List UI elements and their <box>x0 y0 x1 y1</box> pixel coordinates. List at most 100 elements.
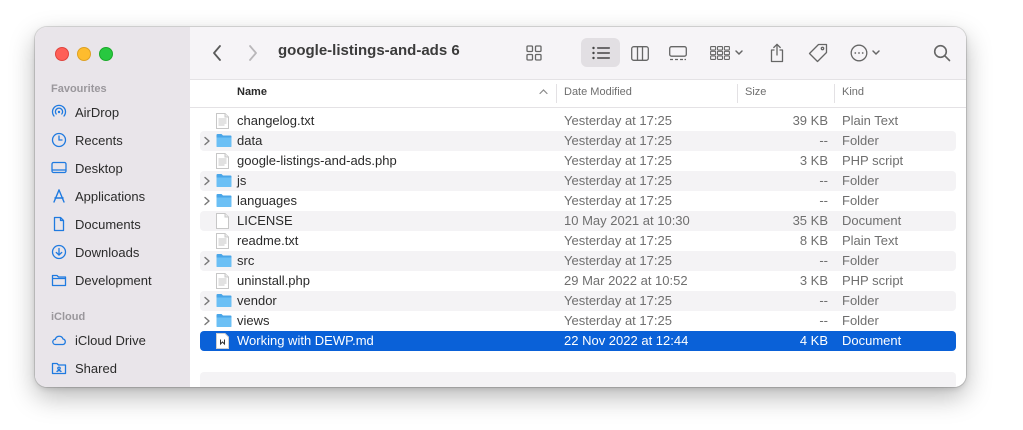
sort-ascending-icon[interactable] <box>539 88 548 95</box>
file-row[interactable]: languages Yesterday at 17:25 -- Folder <box>200 191 956 211</box>
file-row[interactable]: LICENSE 10 May 2021 at 10:30 35 KB Document <box>200 211 956 231</box>
folder-icon <box>216 253 232 271</box>
share-button[interactable] <box>761 39 793 67</box>
file-name: uninstall.php <box>237 273 310 288</box>
more-actions-button[interactable] <box>844 39 886 67</box>
file-size: 3 KB <box>799 273 828 288</box>
text-file-icon <box>216 233 229 252</box>
sidebar-section-icloud: iCloud <box>51 311 86 323</box>
file-row[interactable]: changelog.txt Yesterday at 17:25 39 KB Plai… <box>200 111 956 131</box>
column-view-button[interactable] <box>624 39 656 67</box>
document-icon <box>51 216 75 232</box>
gallery-view-button[interactable] <box>662 39 694 67</box>
chevron-right-icon <box>249 45 257 61</box>
minimize-window-button[interactable] <box>77 47 91 61</box>
main-pane: google-listings-and-ads 6 Name Date Modi… <box>190 27 966 387</box>
file-kind: Plain Text <box>842 113 899 128</box>
file-row[interactable]: src Yesterday at 17:25 -- Folder <box>200 251 956 271</box>
file-date-modified: Yesterday at 17:25 <box>564 113 672 128</box>
column-divider[interactable] <box>737 84 738 103</box>
file-kind: Folder <box>842 293 879 308</box>
column-header-kind[interactable]: Kind <box>842 86 864 98</box>
column-divider[interactable] <box>834 84 835 103</box>
file-size: -- <box>819 193 828 208</box>
airdrop-icon <box>51 104 75 120</box>
file-row[interactable]: views Yesterday at 17:25 -- Folder <box>200 311 956 331</box>
tags-button[interactable] <box>802 39 834 67</box>
disclosure-triangle-icon[interactable] <box>203 316 211 326</box>
column-header-size[interactable]: Size <box>745 86 766 98</box>
file-size: -- <box>819 293 828 308</box>
file-size: -- <box>819 313 828 328</box>
icon-view-button[interactable] <box>518 39 550 67</box>
text-file-icon <box>216 153 229 172</box>
file-row[interactable]: vendor Yesterday at 17:25 -- Folder <box>200 291 956 311</box>
sidebar-item-development[interactable]: Development <box>51 269 152 291</box>
sidebar-item-downloads[interactable]: Downloads <box>51 241 139 263</box>
sidebar-item-documents[interactable]: Documents <box>51 213 141 235</box>
file-name: js <box>237 173 247 188</box>
file-kind: Folder <box>842 193 879 208</box>
sidebar-item-icloud-drive[interactable]: iCloud Drive <box>51 329 146 351</box>
search-icon <box>933 44 951 62</box>
folder-icon <box>216 313 232 331</box>
file-date-modified: Yesterday at 17:25 <box>564 153 672 168</box>
file-kind: Folder <box>842 253 879 268</box>
close-window-button[interactable] <box>55 47 69 61</box>
search-button[interactable] <box>928 39 956 67</box>
folder-icon <box>216 133 232 151</box>
file-date-modified: 10 May 2021 at 10:30 <box>564 213 690 228</box>
folder-icon <box>51 272 75 288</box>
clock-icon <box>51 132 75 148</box>
file-date-modified: Yesterday at 17:25 <box>564 313 672 328</box>
share-icon <box>770 43 784 63</box>
disclosure-triangle-icon[interactable] <box>203 136 211 146</box>
file-size: 35 KB <box>792 213 828 228</box>
file-row[interactable]: readme.txt Yesterday at 17:25 8 KB Plain Te… <box>200 231 956 251</box>
column-divider[interactable] <box>556 84 557 103</box>
window-title: google-listings-and-ads 6 <box>278 42 460 59</box>
file-date-modified: Yesterday at 17:25 <box>564 133 672 148</box>
disclosure-triangle-icon[interactable] <box>203 196 211 206</box>
file-date-modified: Yesterday at 17:25 <box>564 193 672 208</box>
list-view-button[interactable] <box>581 38 620 67</box>
file-row[interactable]: js Yesterday at 17:25 -- Folder <box>200 171 956 191</box>
column-header-date[interactable]: Date Modified <box>564 86 632 98</box>
list-view-icon <box>591 46 610 59</box>
grid-view-icon <box>526 45 542 61</box>
markdown-file-icon <box>216 333 229 352</box>
shared-folder-icon <box>51 360 75 376</box>
sidebar-item-applications[interactable]: Applications <box>51 185 145 207</box>
disclosure-triangle-icon[interactable] <box>203 256 211 266</box>
file-size: -- <box>819 253 828 268</box>
group-by-button[interactable] <box>706 39 748 67</box>
file-row[interactable]: Working with DEWP.md 22 Nov 2022 at 12:44… <box>200 331 956 351</box>
disclosure-triangle-icon[interactable] <box>203 296 211 306</box>
ellipsis-circle-icon <box>850 44 867 62</box>
sidebar-item-label: iCloud Drive <box>75 332 146 348</box>
sidebar-item-airdrop[interactable]: AirDrop <box>51 101 119 123</box>
zoom-window-button[interactable] <box>99 47 113 61</box>
sidebar-section-favourites: Favourites <box>51 83 107 95</box>
file-date-modified: Yesterday at 17:25 <box>564 253 672 268</box>
file-row[interactable]: google-listings-and-ads.php Yesterday at … <box>200 151 956 171</box>
file-row[interactable]: uninstall.php 29 Mar 2022 at 10:52 3 KB PHP… <box>200 271 956 291</box>
column-header-name[interactable]: Name <box>237 86 267 98</box>
download-icon <box>51 244 75 260</box>
sidebar-item-desktop[interactable]: Desktop <box>51 157 123 179</box>
text-file-icon <box>216 273 229 292</box>
back-button[interactable] <box>206 42 228 64</box>
forward-button[interactable] <box>242 42 264 64</box>
folder-icon <box>216 193 232 211</box>
disclosure-triangle-icon[interactable] <box>203 176 211 186</box>
file-row[interactable]: data Yesterday at 17:25 -- Folder <box>200 131 956 151</box>
sidebar-item-shared[interactable]: Shared <box>51 357 117 379</box>
sidebar-item-label: Development <box>75 272 152 288</box>
file-kind: Document <box>842 213 902 228</box>
cloud-icon <box>51 332 75 348</box>
file-size: 8 KB <box>799 233 828 248</box>
chevron-down-icon <box>871 50 880 56</box>
text-file-icon <box>216 113 229 132</box>
sidebar-item-recents[interactable]: Recents <box>51 129 123 151</box>
file-date-modified: 29 Mar 2022 at 10:52 <box>564 273 688 288</box>
